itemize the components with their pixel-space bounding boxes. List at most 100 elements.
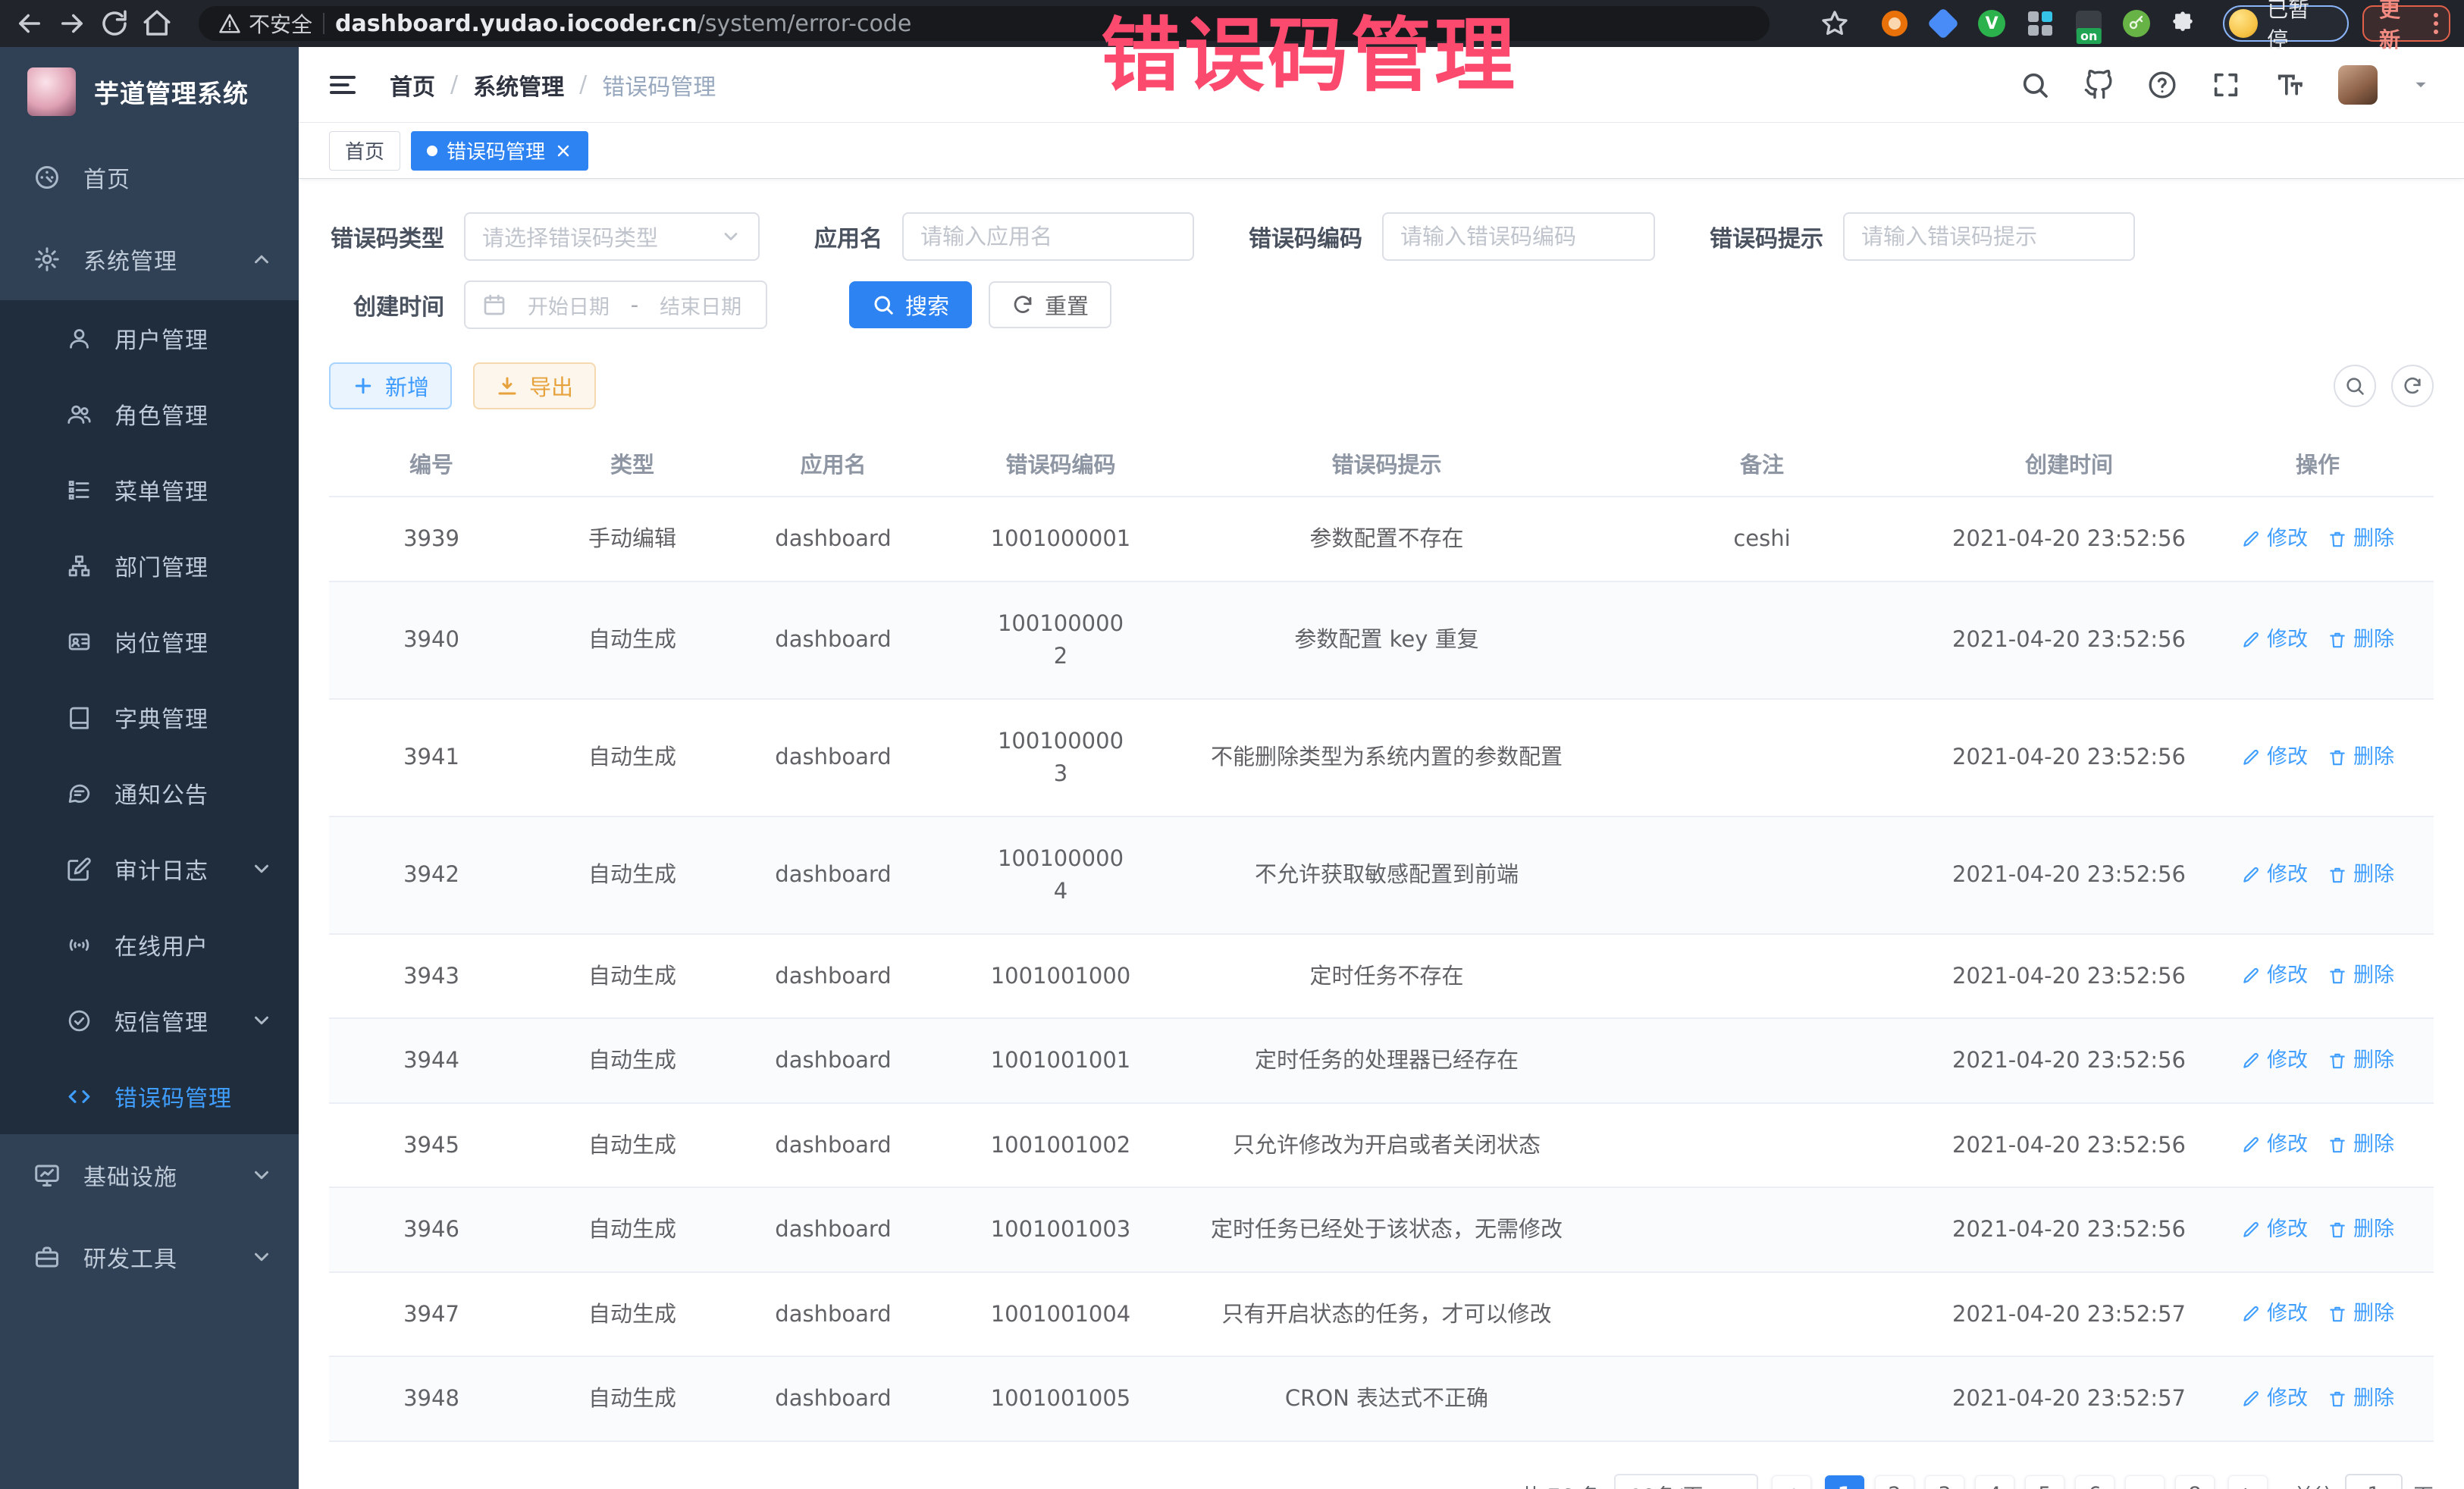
font-size-icon[interactable] bbox=[2274, 70, 2305, 100]
sidebar-item-roles[interactable]: 角色管理 bbox=[0, 376, 299, 452]
edit-link[interactable]: 修改 bbox=[2241, 1215, 2308, 1246]
delete-link[interactable]: 删除 bbox=[2328, 1299, 2394, 1330]
puzzle-extension-icon[interactable] bbox=[2170, 11, 2196, 36]
browser-profile-button[interactable]: 已暂停 bbox=[2223, 5, 2349, 42]
delete-link[interactable]: 删除 bbox=[2328, 961, 2394, 992]
dark-extension-icon[interactable]: on bbox=[2074, 9, 2103, 38]
reset-button[interactable]: 重置 bbox=[989, 281, 1111, 328]
cell-error-message: 定时任务已经处于该状态，无需修改 bbox=[1186, 1188, 1588, 1271]
sidebar-item-label: 审计日志 bbox=[114, 852, 208, 886]
breadcrumb-item[interactable]: 系统管理 bbox=[473, 68, 564, 102]
delete-link[interactable]: 删除 bbox=[2328, 524, 2394, 555]
refresh-table-button[interactable] bbox=[2391, 365, 2434, 407]
sidebar-item-infrastructure[interactable]: 基础设施 bbox=[0, 1134, 299, 1216]
prev-page-button[interactable] bbox=[1772, 1475, 1811, 1489]
page-button-6[interactable]: 6 bbox=[2075, 1475, 2114, 1489]
sidebar-item-audit-logs[interactable]: 审计日志 bbox=[0, 831, 299, 907]
back-icon[interactable] bbox=[14, 8, 45, 39]
reload-icon[interactable] bbox=[99, 8, 130, 39]
sidebar-item-error-codes[interactable]: 错误码管理 bbox=[0, 1058, 299, 1134]
page-button-1[interactable]: 1 bbox=[1825, 1475, 1864, 1489]
sidebar-logo-row[interactable]: 芋道管理系统 bbox=[0, 47, 299, 136]
show-search-button[interactable] bbox=[2334, 365, 2376, 407]
sidebar-item-departments[interactable]: 部门管理 bbox=[0, 528, 299, 603]
date-range-picker[interactable]: 开始日期 - 结束日期 bbox=[464, 281, 767, 329]
goto-page-input[interactable] bbox=[2345, 1474, 2403, 1489]
user-avatar[interactable] bbox=[2338, 65, 2378, 105]
help-icon[interactable] bbox=[2147, 70, 2177, 100]
page-button-2[interactable]: 2 bbox=[1875, 1475, 1914, 1489]
sidebar-item-label: 通知公告 bbox=[114, 776, 208, 810]
sidebar-item-dictionaries[interactable]: 字典管理 bbox=[0, 679, 299, 755]
delete-link[interactable]: 删除 bbox=[2328, 742, 2394, 773]
next-page-button[interactable] bbox=[2228, 1475, 2268, 1489]
edit-link[interactable]: 修改 bbox=[2241, 524, 2308, 555]
address-bar[interactable]: 不安全 dashboard.yudao.iocoder.cn/system/er… bbox=[199, 6, 1770, 41]
delete-link[interactable]: 删除 bbox=[2328, 1130, 2394, 1161]
page-button-8[interactable]: 8 bbox=[2175, 1475, 2215, 1489]
page-button-4[interactable]: 4 bbox=[1975, 1475, 2014, 1489]
page-button-3[interactable]: 3 bbox=[1925, 1475, 1964, 1489]
edit-link[interactable]: 修改 bbox=[2241, 625, 2308, 656]
bookmark-star-icon[interactable] bbox=[1820, 8, 1850, 39]
cell-app-name: dashboard bbox=[731, 1019, 936, 1102]
edit-link[interactable]: 修改 bbox=[2241, 860, 2308, 891]
github-icon[interactable] bbox=[2083, 70, 2114, 100]
browser-update-button[interactable]: 更新 bbox=[2362, 5, 2450, 42]
error-message-input[interactable] bbox=[1861, 224, 2117, 249]
edit-link[interactable]: 修改 bbox=[2241, 961, 2308, 992]
more-pages-button[interactable] bbox=[2125, 1475, 2165, 1489]
delete-link[interactable]: 删除 bbox=[2328, 625, 2394, 656]
error-code-input[interactable] bbox=[1400, 224, 1637, 249]
edit-link[interactable]: 修改 bbox=[2241, 1299, 2308, 1330]
sidebar-item-online-users[interactable]: 在线用户 bbox=[0, 907, 299, 983]
tab-home[interactable]: 首页 bbox=[329, 131, 400, 171]
edit-link[interactable]: 修改 bbox=[2241, 742, 2308, 773]
delete-link[interactable]: 删除 bbox=[2328, 1045, 2394, 1077]
cell-create-time: 2021-04-20 23:52:56 bbox=[1936, 833, 2202, 917]
edit-link[interactable]: 修改 bbox=[2241, 1045, 2308, 1077]
hamburger-icon[interactable] bbox=[328, 70, 358, 100]
delete-link[interactable]: 删除 bbox=[2328, 1384, 2394, 1415]
v-extension-icon[interactable]: V bbox=[1977, 9, 2006, 38]
security-warning[interactable]: 不安全 bbox=[218, 8, 312, 39]
tab-error-code[interactable]: 错误码管理 bbox=[411, 131, 588, 171]
search-button[interactable]: 搜索 bbox=[849, 281, 972, 328]
sidebar-item-system[interactable]: 系统管理 bbox=[0, 218, 299, 300]
cell-remark bbox=[1588, 732, 1936, 782]
sidebar-item-sms[interactable]: 短信管理 bbox=[0, 983, 299, 1058]
fullscreen-icon[interactable] bbox=[2211, 70, 2241, 100]
breadcrumb-item[interactable]: 首页 bbox=[390, 68, 435, 102]
url-text: dashboard.yudao.iocoder.cn/system/error-… bbox=[335, 11, 911, 37]
search-icon[interactable] bbox=[2020, 70, 2050, 100]
key-extension-icon[interactable] bbox=[2123, 10, 2150, 37]
add-button[interactable]: 新增 bbox=[329, 362, 452, 409]
kebab-menu-icon[interactable] bbox=[2434, 13, 2438, 34]
edit-link[interactable]: 修改 bbox=[2241, 1384, 2308, 1415]
cell-operations: 修改 删除 bbox=[2202, 936, 2434, 1017]
column-header: 错误码提示 bbox=[1186, 431, 1588, 496]
forward-icon[interactable] bbox=[56, 8, 88, 39]
app-name-input[interactable] bbox=[920, 224, 1176, 249]
sidebar-item-announcements[interactable]: 通知公告 bbox=[0, 755, 299, 831]
export-button[interactable]: 导出 bbox=[473, 362, 596, 409]
delete-link[interactable]: 删除 bbox=[2328, 860, 2394, 891]
home-icon[interactable] bbox=[141, 8, 173, 39]
sidebar-item-users[interactable]: 用户管理 bbox=[0, 300, 299, 376]
edit-link[interactable]: 修改 bbox=[2241, 1130, 2308, 1161]
filter-app-name: 应用名 bbox=[814, 212, 1194, 261]
grid-extension-icon[interactable] bbox=[2026, 9, 2055, 38]
sidebar-item-menus[interactable]: 菜单管理 bbox=[0, 452, 299, 528]
page-button-5[interactable]: 5 bbox=[2025, 1475, 2064, 1489]
cell-remark bbox=[1588, 615, 1936, 665]
delete-link[interactable]: 删除 bbox=[2328, 1215, 2394, 1246]
error-code-type-select[interactable]: 请选择错误码类型 bbox=[464, 212, 760, 261]
error-message-label: 错误码提示 bbox=[1710, 220, 1823, 253]
sidebar-item-posts[interactable]: 岗位管理 bbox=[0, 603, 299, 679]
gem-extension-icon[interactable] bbox=[1929, 9, 1958, 38]
target-extension-icon[interactable] bbox=[1880, 9, 1909, 38]
sidebar-item-dev-tools[interactable]: 研发工具 bbox=[0, 1216, 299, 1298]
page-size-select[interactable]: 10条/页 bbox=[1614, 1474, 1758, 1489]
caret-down-icon[interactable] bbox=[2411, 75, 2431, 95]
sidebar-item-home[interactable]: 首页 bbox=[0, 136, 299, 218]
